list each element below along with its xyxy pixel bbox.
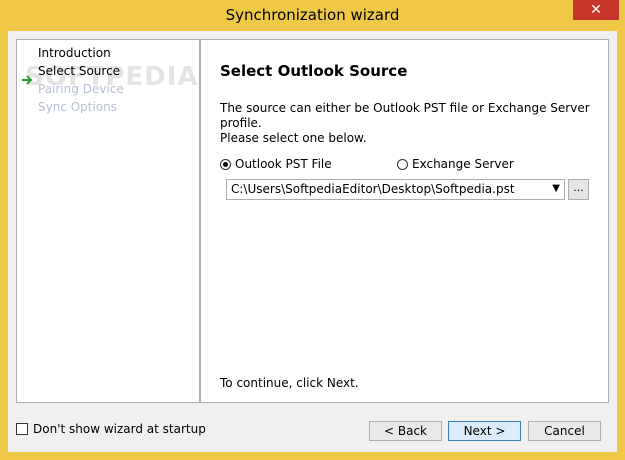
checkbox-box[interactable] — [16, 423, 28, 435]
exchange-server-radio-label: Exchange Server — [412, 157, 514, 171]
back-button[interactable]: < Back — [369, 421, 442, 441]
steps-panel: SOFTPEDIA Introduction Select Source Pai… — [16, 39, 200, 403]
page-description: The source can either be Outlook PST fil… — [220, 101, 600, 146]
title-bar[interactable]: Synchronization wizard ✕ — [0, 0, 625, 31]
step-pairing-device: Pairing Device — [38, 82, 124, 96]
show-wizard-checkbox-label: Don't show wizard at startup — [33, 422, 206, 436]
radio-unselected-icon[interactable] — [397, 158, 408, 170]
wizard-window: Synchronization wizard ✕ SOFTPEDIA Intro… — [0, 0, 625, 460]
chevron-down-icon[interactable]: ▼ — [552, 183, 560, 194]
outlook-pst-radio-label: Outlook PST File — [235, 157, 332, 171]
cancel-button[interactable]: Cancel — [528, 421, 601, 441]
description-line-1: The source can either be Outlook PST fil… — [220, 101, 590, 130]
step-introduction: Introduction — [38, 46, 111, 60]
browse-button[interactable]: ... — [568, 179, 589, 200]
dialog-client-area: SOFTPEDIA Introduction Select Source Pai… — [8, 31, 617, 452]
exchange-server-radio[interactable]: Exchange Server — [397, 157, 514, 171]
outlook-pst-radio[interactable]: Outlook PST File — [220, 157, 332, 171]
close-icon: ✕ — [590, 2, 602, 18]
step-select-source: Select Source — [38, 64, 121, 78]
close-button[interactable]: ✕ — [573, 0, 619, 20]
content-panel: Select Outlook Source The source can eit… — [200, 39, 609, 403]
description-line-2: Please select one below. — [220, 131, 367, 145]
current-step-arrow-icon — [22, 75, 33, 85]
pst-path-value: C:\Users\SoftpediaEditor\Desktop\Softped… — [231, 182, 515, 196]
page-title: Select Outlook Source — [220, 62, 408, 80]
radio-selected-icon[interactable] — [220, 158, 231, 170]
window-title: Synchronization wizard — [225, 6, 400, 24]
next-button[interactable]: Next > — [448, 421, 521, 441]
continue-hint: To continue, click Next. — [220, 376, 359, 390]
step-sync-options: Sync Options — [38, 100, 118, 114]
pst-path-combobox[interactable]: C:\Users\SoftpediaEditor\Desktop\Softped… — [226, 179, 565, 200]
show-wizard-checkbox[interactable]: Don't show wizard at startup — [16, 422, 206, 436]
